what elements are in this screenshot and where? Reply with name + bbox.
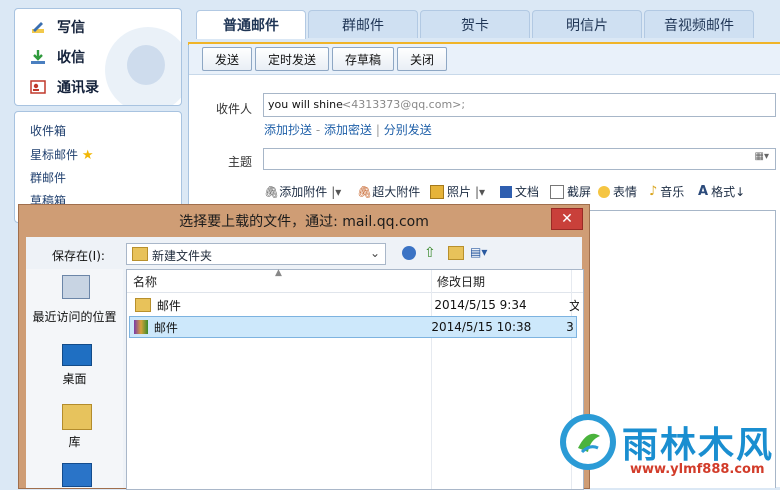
format-dropdown-icon: ↓	[735, 184, 746, 199]
add-bcc-link[interactable]: 添加密送	[324, 123, 372, 137]
tab-postcard[interactable]: 明信片	[532, 10, 642, 38]
to-field[interactable]: you will shine <4313373@qq.com>;	[263, 93, 776, 117]
document-button[interactable]: 文档	[500, 183, 539, 200]
place-library[interactable]: 库	[26, 433, 123, 450]
places-bar: 最近访问的位置 桌面 库	[26, 269, 123, 488]
tab-greeting-card[interactable]: 贺卡	[420, 10, 530, 38]
screenshot-icon	[550, 184, 564, 199]
sidebar-actions: 写信 收信 通讯录	[14, 8, 182, 106]
file-upload-dialog: 选择要上载的文件，通过: mail.qq.com ✕ 保存在(I): 新建文件夹…	[18, 204, 590, 490]
music-note-icon: ♪	[649, 184, 658, 199]
subject-input[interactable]: ▦▾	[263, 148, 776, 170]
recent-places-icon	[62, 275, 90, 299]
photo-dropdown-icon[interactable]: |▾	[475, 185, 485, 199]
photo-button[interactable]: 照片 |▾	[430, 183, 485, 200]
music-button[interactable]: ♪ 音乐	[649, 183, 684, 200]
recipient-options: 添加抄送 - 添加密送 | 分别发送	[264, 123, 432, 137]
back-icon[interactable]	[402, 246, 416, 260]
star-icon: ★	[81, 148, 94, 163]
folder-group[interactable]: 群邮件	[30, 169, 66, 186]
close-button[interactable]: 关闭	[397, 47, 447, 71]
sort-up-icon: ▲	[275, 268, 282, 278]
save-in-label: 保存在(I):	[52, 249, 105, 263]
attach-file-button[interactable]: 🖇 添加附件 |▾	[264, 183, 341, 200]
format-button[interactable]: A 格式 ↓	[698, 183, 745, 200]
emoji-button[interactable]: 表情	[598, 183, 637, 200]
paperclip-icon: 🖇	[264, 184, 280, 199]
file-list: 名称 ▲ 修改日期 邮件 2014/5/15 9:34 文 邮件 2014/5/…	[126, 268, 584, 490]
font-format-icon: A	[698, 184, 709, 199]
subject-options-icon[interactable]: ▦▾	[755, 151, 769, 162]
attach-dropdown-icon[interactable]: |▾	[331, 185, 341, 199]
folder-starred[interactable]: 星标邮件 ★	[30, 146, 94, 163]
subject-label: 主题	[228, 155, 253, 169]
folder-icon	[132, 247, 148, 261]
chevron-down-icon: ⌄	[369, 246, 380, 260]
address-book-icon	[29, 78, 47, 96]
dialog-close-button[interactable]: ✕	[551, 208, 583, 230]
desktop-icon	[62, 344, 92, 366]
watermark-name: 雨林木风	[622, 425, 775, 466]
separate-send-link[interactable]: 分别发送	[384, 123, 432, 137]
library-icon	[62, 404, 92, 430]
view-menu-icon[interactable]: ▤▾	[470, 245, 487, 259]
column-name[interactable]: 名称	[133, 270, 157, 292]
dialog-body: 保存在(I): 新建文件夹 ⌄ ⇧ ▤▾ 最近访问的位置 桌面 库 名称 ▲ 修…	[26, 237, 584, 490]
compose-link[interactable]: 写信	[29, 15, 85, 39]
contacts-link[interactable]: 通讯录	[29, 75, 99, 99]
watermark-url: www.ylmf888.com	[630, 462, 765, 477]
large-paperclip-icon: 🖇	[357, 184, 373, 199]
add-cc-link[interactable]: 添加抄送	[264, 123, 312, 137]
photo-icon	[430, 184, 444, 199]
new-folder-icon[interactable]	[448, 246, 464, 260]
archive-icon	[134, 320, 148, 334]
large-attachment-button[interactable]: 🖇 超大附件	[357, 183, 420, 200]
inbox-link[interactable]: 收信	[29, 45, 85, 69]
location-dropdown[interactable]: 新建文件夹 ⌄	[126, 243, 386, 265]
up-folder-icon[interactable]: ⇧	[424, 245, 436, 261]
header-divider	[127, 292, 583, 293]
save-draft-button[interactable]: 存草稿	[332, 47, 394, 71]
location-value: 新建文件夹	[152, 249, 213, 263]
tab-av-mail[interactable]: 音视频邮件	[644, 10, 754, 38]
recipient-name: you will shine	[268, 98, 343, 111]
pencil-icon	[29, 18, 47, 36]
send-button[interactable]: 发送	[202, 47, 252, 71]
to-label: 收件人	[216, 102, 253, 116]
column-date[interactable]: 修改日期	[437, 270, 485, 292]
tab-normal-mail[interactable]: 普通邮件	[196, 10, 306, 39]
dialog-title: 选择要上载的文件，通过: mail.qq.com	[179, 214, 429, 230]
file-row[interactable]: 邮件 2014/5/15 9:34 文	[129, 295, 579, 315]
watermark-logo-icon	[560, 414, 616, 470]
penguin-decoration	[105, 27, 181, 105]
timed-send-button[interactable]: 定时发送	[255, 47, 329, 71]
file-row-selected[interactable]: 邮件 2014/5/15 10:38 3	[129, 316, 577, 338]
download-icon	[29, 48, 47, 66]
folder-icon	[135, 298, 151, 312]
word-doc-icon	[500, 185, 512, 198]
computer-icon	[62, 463, 92, 487]
place-desktop[interactable]: 桌面	[26, 370, 123, 387]
smiley-icon	[598, 185, 610, 198]
place-recent[interactable]: 最近访问的位置	[26, 308, 123, 325]
folder-inbox[interactable]: 收件箱	[30, 122, 66, 139]
screenshot-button[interactable]: 截屏	[550, 183, 591, 200]
recipient-address: <4313373@qq.com>;	[342, 98, 466, 111]
tab-group-mail[interactable]: 群邮件	[308, 10, 418, 38]
